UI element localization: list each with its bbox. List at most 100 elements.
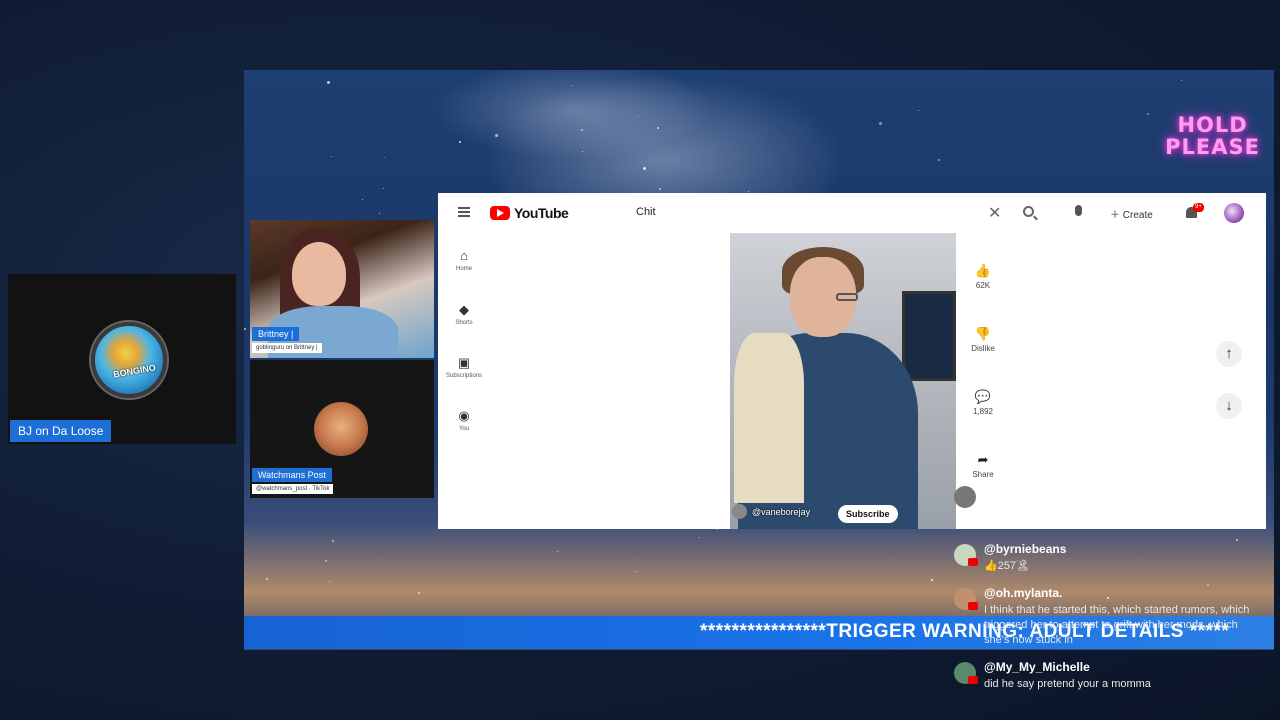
microphone-icon[interactable] xyxy=(1075,205,1082,216)
sidebar-item-label: Subscriptions xyxy=(445,373,483,379)
host-avatar: BONGINO xyxy=(91,322,167,398)
live-chat-overlay: @... Stay up all night sleep all day whi… xyxy=(944,478,1266,708)
video-channel-name[interactable]: @vaneborejay xyxy=(732,504,811,519)
star-dot xyxy=(325,560,327,562)
share-button[interactable]: ➦ Share xyxy=(968,452,998,479)
youtube-top-bar: YouTube Chit ✕ ＋ Create 9+ xyxy=(438,193,1266,233)
create-label: Create xyxy=(1122,210,1153,221)
thumbs-down-icon: 👎 xyxy=(974,326,992,341)
chat-message: @oh.mylanta. I think that he started thi… xyxy=(954,586,1258,656)
star-dot xyxy=(331,156,332,157)
account-avatar[interactable] xyxy=(1224,203,1244,223)
comment-icon: 💬 xyxy=(974,389,992,404)
host-tile[interactable]: BONGINO BJ on Da Loose xyxy=(8,274,236,444)
participant-avatar xyxy=(314,402,368,456)
star-dot xyxy=(332,540,334,542)
chat-username: @... xyxy=(984,484,1006,498)
home-icon: ⌂ xyxy=(460,248,468,263)
star-dot xyxy=(1181,80,1182,81)
chat-username: @oh.mylanta. xyxy=(984,586,1063,600)
hamburger-menu-icon[interactable] xyxy=(458,207,470,217)
thumbs-up-icon: 👍 xyxy=(974,263,992,278)
star-dot xyxy=(329,581,330,582)
sidebar-item-you[interactable]: ◉ You xyxy=(438,408,490,433)
host-avatar-text: BONGINO xyxy=(112,362,157,380)
video-person-vest xyxy=(734,333,804,503)
youtube-badge-icon xyxy=(968,602,978,610)
hold-text-line-1: HOLD xyxy=(1177,113,1248,137)
like-count: 62K xyxy=(975,281,991,290)
star-dot xyxy=(379,213,380,214)
shorts-video-player[interactable]: @vaneborejay Subscribe xyxy=(730,233,956,529)
hold-text-line-2: PLEASE xyxy=(1165,135,1260,159)
comment-count: 1,892 xyxy=(972,407,994,416)
host-name-label: BJ on Da Loose xyxy=(10,420,112,442)
you-icon: ◉ xyxy=(458,408,470,423)
participant-cam-brittney[interactable]: Brittney | goblinguru on Brittney | xyxy=(250,220,434,358)
star-dot xyxy=(643,167,646,170)
channel-handle: @vaneborejay xyxy=(752,507,811,517)
participant-cam-watchmans[interactable]: Watchmans Post @watchmans_post · TikTok xyxy=(250,360,434,498)
star-dot xyxy=(572,85,573,86)
star-dot xyxy=(362,199,363,200)
participant-name-label: Watchmans Post xyxy=(252,468,332,482)
star-dot xyxy=(327,81,330,84)
star-dot xyxy=(1147,113,1149,115)
star-dot xyxy=(266,578,268,580)
star-dot xyxy=(918,110,919,111)
previous-short-button[interactable]: ↑ xyxy=(1216,341,1242,367)
chat-text: 👍257🏝 xyxy=(984,560,1031,572)
like-button[interactable]: 👍 62K xyxy=(968,263,998,290)
subscriptions-icon: ▣ xyxy=(457,355,471,370)
chat-message: @... Stay up all night sleep all day whi… xyxy=(954,484,1258,536)
sidebar-item-subscriptions[interactable]: ▣ Subscriptions xyxy=(438,355,490,380)
star-dot xyxy=(244,328,246,330)
youtube-logo-text[interactable]: YouTube xyxy=(514,205,569,221)
dislike-label: Dislike xyxy=(971,344,995,353)
sidebar-item-label: Shorts xyxy=(455,320,473,326)
sidebar-item-shorts[interactable]: ◆ Shorts xyxy=(438,302,490,327)
chat-message: @byrniebeans 👍257🏝 xyxy=(954,542,1258,580)
star-dot xyxy=(657,127,659,129)
star-dot xyxy=(495,134,498,137)
hold-please-overlay: HOLD PLEASE xyxy=(1165,114,1260,158)
star-dot xyxy=(384,157,385,158)
video-monitor-shape xyxy=(902,291,956,381)
chat-message: @My_My_Michelle did he say pretend your … xyxy=(954,660,1258,700)
channel-avatar[interactable] xyxy=(732,504,747,519)
youtube-badge-icon xyxy=(968,558,978,566)
sidebar-item-home[interactable]: ⌂ Home xyxy=(438,248,490,273)
star-dot xyxy=(636,571,637,572)
star-dot xyxy=(383,188,384,189)
participant-name-label: Brittney | xyxy=(252,327,300,341)
star-dot xyxy=(418,592,420,594)
youtube-badge-icon xyxy=(968,676,978,684)
search-input[interactable]: Chit xyxy=(636,206,656,218)
subscribe-button[interactable]: Subscribe xyxy=(838,505,898,523)
clear-search-icon[interactable]: ✕ xyxy=(988,203,1001,223)
next-short-button[interactable]: ↓ xyxy=(1216,393,1242,419)
search-icon[interactable] xyxy=(1023,206,1034,217)
chat-text: Stay up all night sleep all day while li… xyxy=(984,502,1249,514)
participant-handle-label: goblinguru on Brittney | xyxy=(252,343,322,353)
star-dot xyxy=(557,551,558,552)
dislike-button[interactable]: 👎 Dislike xyxy=(968,326,998,353)
comments-button[interactable]: 💬 1,892 xyxy=(968,389,998,416)
participant-handle-label: @watchmans_post · TikTok xyxy=(252,484,334,494)
create-button[interactable]: ＋ Create xyxy=(1110,206,1153,221)
star-dot xyxy=(638,116,639,117)
sidebar-item-label: You xyxy=(458,426,470,432)
shorts-icon: ◆ xyxy=(459,302,469,317)
chat-avatar xyxy=(954,486,976,508)
star-dot xyxy=(938,159,940,161)
chat-text: I think that he started this, which star… xyxy=(984,604,1250,646)
star-dot xyxy=(659,188,661,190)
star-dot xyxy=(931,579,933,581)
sidebar-item-label: Home xyxy=(455,266,472,272)
chat-text: did he say pretend your a momma xyxy=(984,678,1151,690)
arrow-down-icon: ↓ xyxy=(1225,397,1233,414)
star-dot xyxy=(879,122,882,125)
star-dot xyxy=(459,141,461,143)
share-icon: ➦ xyxy=(977,452,989,467)
youtube-logo-icon[interactable] xyxy=(490,206,510,220)
